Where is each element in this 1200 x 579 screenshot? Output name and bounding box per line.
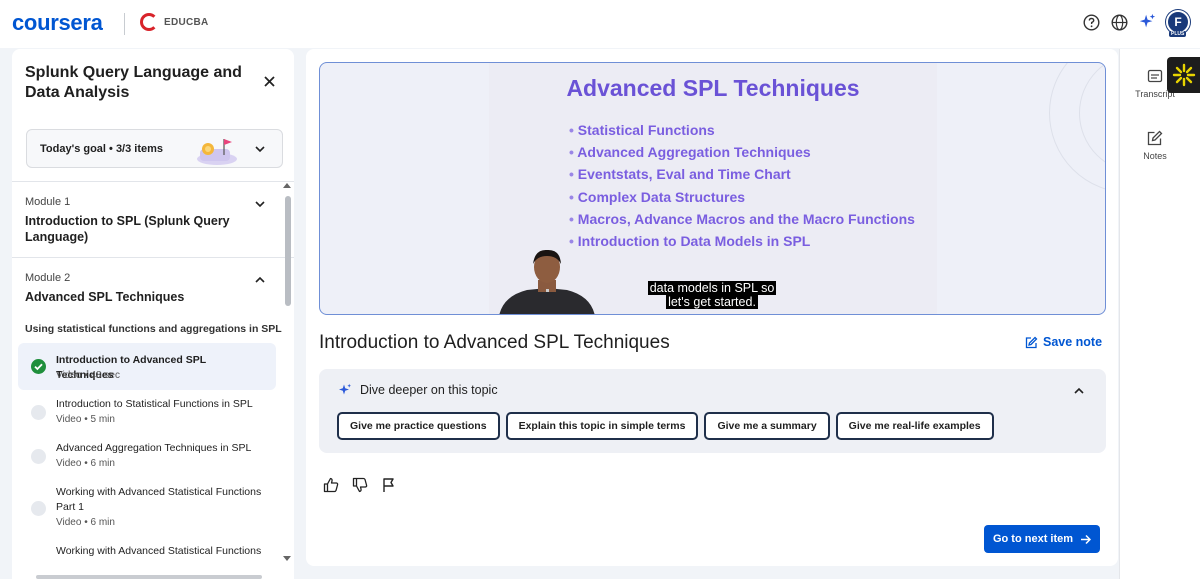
summary-button[interactable]: Give me a summary: [704, 412, 830, 440]
slide-bullet: Macros, Advance Macros and the Macro Fun…: [569, 208, 915, 230]
dive-deeper-header[interactable]: Dive deeper on this topic: [338, 383, 498, 397]
thumbs-down-icon[interactable]: [352, 477, 368, 493]
module-number: Module 2: [25, 272, 71, 284]
ai-sparkle-icon: [339, 383, 351, 395]
slide-bullet: Advanced Aggregation Techniques: [569, 141, 915, 163]
flag-icon[interactable]: [381, 477, 397, 493]
dive-deeper-label: Dive deeper on this topic: [360, 383, 498, 397]
slide-bullet: Statistical Functions: [569, 119, 915, 141]
page-title: Introduction to Advanced SPL Techniques: [319, 332, 670, 353]
suggestion-chips: Give me practice questions Explain this …: [337, 412, 994, 440]
avatar-initial: F: [1174, 15, 1182, 29]
educba-mark-icon: [140, 13, 158, 31]
scrollbar-thumb[interactable]: [285, 196, 291, 306]
scroll-down-arrow-icon[interactable]: [283, 556, 291, 561]
item-title: Introduction to Statistical Functions in…: [56, 398, 253, 410]
slide-bullet: Eventstats, Eval and Time Chart: [569, 163, 915, 185]
item-title: Working with Advanced Statistical Functi…: [56, 545, 262, 557]
globe-icon[interactable]: [1110, 13, 1128, 31]
goal-label: Today's goal • 3/3 items: [40, 143, 164, 155]
module-2-header[interactable]: Module 2 Advanced SPL Techniques: [25, 272, 265, 305]
item-title: Advanced Aggregation Techniques in SPL: [56, 442, 252, 454]
right-tool-rail: Transcript Notes: [1119, 49, 1200, 579]
transcript-icon: [1147, 69, 1163, 83]
caption-line: data models in SPL so: [647, 281, 777, 295]
slide-bullet: Introduction to Data Models in SPL: [569, 230, 915, 252]
module-title: Introduction to SPL (Splunk Query Langua…: [25, 214, 230, 244]
todays-goal[interactable]: Today's goal • 3/3 items: [26, 129, 283, 168]
partner-logo[interactable]: EDUCBA: [140, 13, 209, 31]
arrow-right-icon: [1081, 534, 1092, 544]
item-meta: Video • 5 min: [56, 414, 115, 425]
video-caption: data models in SPL so let's get started.: [632, 281, 792, 309]
chevron-up-icon[interactable]: [1072, 384, 1086, 398]
caption-line: let's get started.: [666, 295, 758, 309]
lesson-heading: Using statistical functions and aggregat…: [25, 323, 282, 335]
coursera-logo[interactable]: coursera: [12, 10, 103, 36]
scroll-up-arrow-icon[interactable]: [283, 183, 291, 188]
divider: [12, 257, 294, 258]
practice-questions-button[interactable]: Give me practice questions: [337, 412, 500, 440]
explain-simple-terms-button[interactable]: Explain this topic in simple terms: [505, 412, 699, 440]
goal-flag-illustration: [195, 135, 243, 165]
item-meta: Video • 6 min: [56, 458, 115, 469]
presenter-image: [497, 246, 597, 314]
thumbs-up-icon[interactable]: [323, 477, 339, 493]
item-meta: Video • 48 sec: [56, 370, 120, 381]
module-1-header[interactable]: Module 1 Introduction to SPL (Splunk Que…: [25, 196, 265, 245]
edit-icon: [1025, 336, 1038, 348]
list-item[interactable]: Working with Advanced Statistical Functi…: [18, 479, 276, 537]
plus-badge: PLUS: [1169, 31, 1187, 37]
dive-deeper-panel: Dive deeper on this topic Give me practi…: [319, 369, 1106, 453]
close-sidebar-icon[interactable]: [261, 73, 279, 91]
incomplete-status-icon: [31, 405, 46, 420]
logo-divider: [124, 13, 125, 35]
notes-icon: [1147, 130, 1163, 146]
next-item-label: Go to next item: [992, 533, 1074, 545]
notes-tab[interactable]: Notes: [1120, 130, 1190, 161]
divider: [12, 181, 294, 182]
horizontal-scrollbar[interactable]: [36, 575, 262, 579]
video-player[interactable]: Advanced SPL Techniques Statistical Func…: [319, 62, 1106, 315]
course-sidebar: Splunk Query Language and Data Analysis …: [12, 49, 294, 579]
item-meta: Video • 6 min: [56, 517, 115, 528]
ai-sparkle-icon[interactable]: [1138, 13, 1156, 31]
chevron-down-icon[interactable]: [253, 142, 267, 156]
list-item[interactable]: Advanced Aggregation Techniques in SPL V…: [18, 435, 276, 479]
list-item[interactable]: Working with Advanced Statistical Functi…: [18, 539, 276, 579]
module-number: Module 1: [25, 196, 71, 208]
partner-name: EDUCBA: [164, 16, 209, 28]
real-life-examples-button[interactable]: Give me real-life examples: [835, 412, 994, 440]
header-actions: F PLUS: [1082, 10, 1190, 37]
browser-extension-icon[interactable]: [1167, 57, 1200, 93]
chevron-down-icon[interactable]: [253, 197, 267, 211]
main-content: Advanced SPL Techniques Statistical Func…: [306, 49, 1118, 566]
item-title: Working with Advanced Statistical Functi…: [56, 486, 262, 513]
next-item-button[interactable]: Go to next item: [984, 525, 1100, 553]
slide-bullets: Statistical Functions Advanced Aggregati…: [569, 119, 915, 252]
module-title: Advanced SPL Techniques: [25, 290, 185, 304]
top-bar: coursera EDUCBA F PLUS: [0, 0, 1200, 48]
completed-check-icon: [31, 359, 46, 374]
help-icon[interactable]: [1082, 13, 1100, 31]
incomplete-status-icon: [31, 501, 46, 516]
chevron-up-icon[interactable]: [253, 273, 267, 287]
incomplete-status-icon: [31, 449, 46, 464]
slide-title: Advanced SPL Techniques: [566, 75, 860, 101]
notes-label: Notes: [1143, 151, 1167, 161]
user-avatar[interactable]: F PLUS: [1166, 10, 1190, 37]
save-note-label: Save note: [1043, 335, 1103, 349]
list-item[interactable]: Introduction to Statistical Functions in…: [18, 391, 276, 435]
save-note-button[interactable]: Save note: [1025, 335, 1102, 349]
slide-bullet: Complex Data Structures: [569, 186, 915, 208]
course-title: Splunk Query Language and Data Analysis: [25, 64, 242, 101]
feedback-actions: [323, 477, 397, 493]
list-item[interactable]: Introduction to Advanced SPL Techniques …: [18, 343, 276, 390]
